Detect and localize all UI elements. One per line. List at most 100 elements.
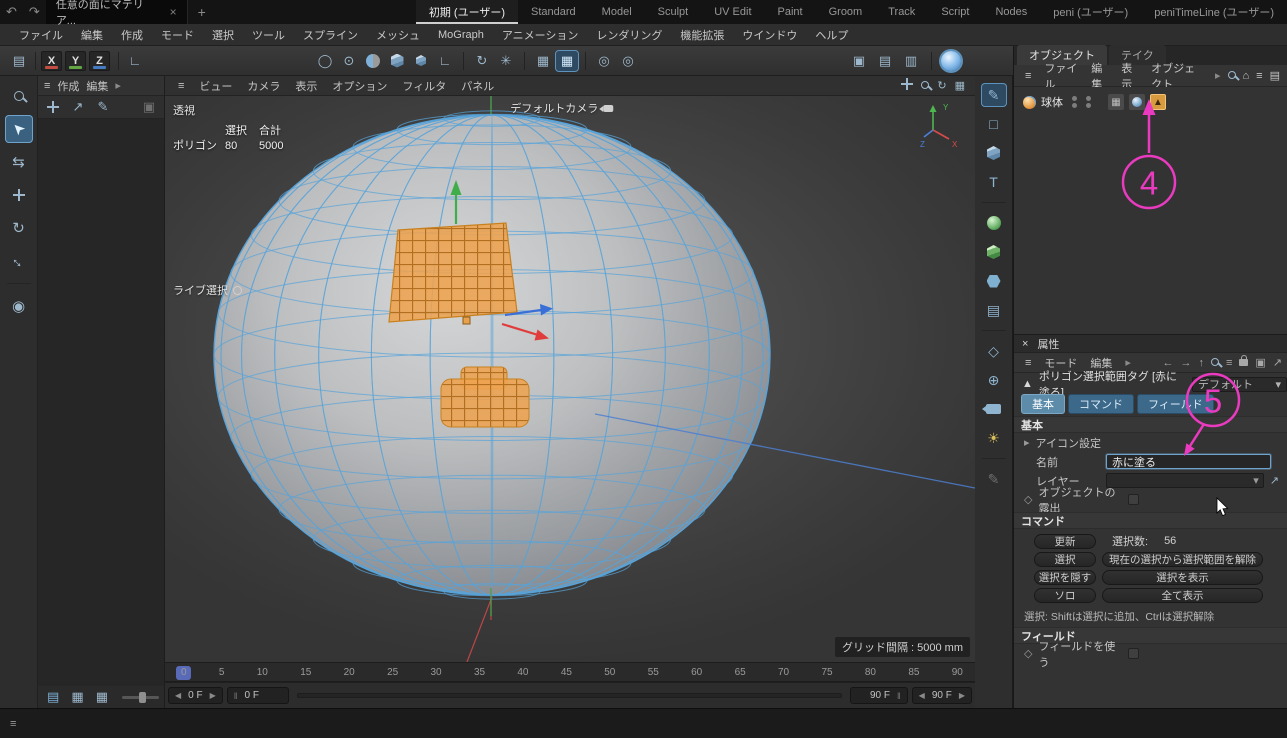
layout-tab[interactable]: Nodes [982, 0, 1040, 24]
rectangle-spline-icon[interactable]: □ [981, 112, 1007, 136]
timeline-ruler[interactable]: 0 5 10 15 20 25 30 35 40 45 50 55 60 65 … [165, 662, 975, 682]
panel-menu-edit[interactable]: 編集 [86, 78, 108, 94]
search-icon[interactable] [5, 82, 33, 110]
vp-menu-camera[interactable]: カメラ [240, 78, 287, 94]
menu-edit[interactable]: 編集 [72, 27, 112, 43]
tab-fields[interactable]: フィールド [1137, 394, 1214, 414]
redo-icon[interactable]: ↷ [23, 4, 46, 20]
chevron-right-icon[interactable]: ▸ [1209, 69, 1227, 82]
view-options-icon[interactable]: ▤ [1270, 69, 1280, 82]
viewport-box-icon[interactable]: ▤ [8, 51, 30, 71]
scale-tool-icon[interactable]: ↔ [5, 247, 33, 275]
modeling-axis-icon[interactable]: ◉ [5, 292, 33, 320]
make-editable-icon[interactable] [362, 51, 384, 71]
add-tab-button[interactable]: + [188, 4, 216, 20]
name-input[interactable]: 赤に塗る [1106, 454, 1271, 469]
rotate-tool-icon[interactable]: ↻ [5, 214, 33, 242]
step-right-icon[interactable]: ▶ [210, 691, 216, 700]
left-panel-content[interactable] [38, 119, 164, 686]
forward-icon[interactable]: → [1180, 357, 1191, 369]
live-selection-tool[interactable]: ➤ [5, 115, 33, 143]
spline-pen-icon[interactable]: ✎ [981, 83, 1007, 107]
layout-tab[interactable]: peniTimeLine (ユーザー) [1141, 0, 1287, 24]
vp-menu-panel[interactable]: パネル [454, 78, 501, 94]
chevron-right-icon[interactable]: ▸ [115, 79, 121, 92]
list-view-icon[interactable]: ▤ [43, 687, 63, 707]
object-tree[interactable]: 球体 ▦ ▲ [1014, 87, 1287, 334]
zoom-view-icon[interactable] [921, 80, 929, 92]
layout-tab[interactable]: Standard [518, 0, 589, 24]
current-frame-field[interactable]: ‖ 0 F [227, 687, 289, 704]
pan-view-icon[interactable] [901, 78, 913, 93]
move-tool-icon[interactable] [5, 181, 33, 209]
icon-settings-row[interactable]: ▸ アイコン設定 [1014, 433, 1287, 452]
layout-tab[interactable]: Sculpt [645, 0, 702, 24]
update-button[interactable]: 更新 [1034, 534, 1096, 549]
menu-create[interactable]: 作成 [112, 27, 152, 43]
dynamics-cube-icon[interactable] [981, 240, 1007, 264]
solo-button[interactable]: ソロ [1034, 588, 1096, 603]
panel-menu-create[interactable]: 作成 [57, 78, 79, 94]
layout-tab[interactable]: Model [589, 0, 645, 24]
search-icon[interactable] [1228, 70, 1236, 82]
step-right-icon[interactable]: ▶ [959, 691, 965, 700]
end-frame-stepper[interactable]: ◀ 90 F ▶ [912, 687, 972, 704]
snap-off-icon[interactable]: ▦ [532, 51, 554, 71]
hamburger-icon[interactable]: ≡ [1019, 70, 1037, 82]
hamburger-icon[interactable]: ≡ [44, 80, 50, 92]
scale-slider[interactable] [122, 696, 159, 699]
rotate-view-icon[interactable]: ↻ [937, 79, 946, 92]
simulation-sphere-icon[interactable] [981, 211, 1007, 235]
range-grip-icon[interactable]: ‖ [897, 691, 901, 701]
viewport[interactable]: 透視 デフォルトカメラ 選択合計 ポリゴン805000 ライブ選択 グリッド間隔… [165, 96, 975, 662]
deformer-icon[interactable]: ◇ [981, 339, 1007, 363]
visibility-dots[interactable] [1072, 96, 1077, 108]
lock-icon[interactable] [1239, 356, 1248, 369]
search-icon[interactable] [1211, 357, 1219, 369]
snap-on-icon[interactable]: ▦ [556, 51, 578, 71]
menu-tools[interactable]: ツール [243, 27, 294, 43]
polygon-selection-lower[interactable] [441, 379, 529, 427]
menu-animation[interactable]: アニメーション [493, 27, 588, 43]
menu-help[interactable]: ヘルプ [806, 27, 857, 43]
show-all-button[interactable]: 全て表示 [1102, 588, 1263, 603]
axis-x-button[interactable]: X [41, 51, 62, 71]
render-region-icon[interactable]: ▤ [874, 51, 896, 71]
layout-tab[interactable]: Track [875, 0, 928, 24]
object-name[interactable]: 球体 [1041, 94, 1063, 110]
filter-icon[interactable]: ≡ [1226, 357, 1232, 369]
object-row[interactable]: 球体 ▦ ▲ [1014, 92, 1287, 112]
vp-menu-filter[interactable]: フィルタ [395, 78, 453, 94]
tab-basic[interactable]: 基本 [1021, 394, 1065, 414]
range-grip-icon[interactable]: ‖ [234, 691, 238, 701]
timeline-start-field[interactable]: ◀ 0 F ▶ [168, 687, 223, 704]
step-left-icon[interactable]: ◀ [919, 691, 925, 700]
use-fields-checkbox[interactable] [1128, 648, 1139, 659]
undo-icon[interactable]: ↶ [0, 4, 23, 20]
close-icon[interactable]: × [170, 5, 177, 19]
hide-selection-button[interactable]: 選択を隠す [1034, 570, 1096, 585]
axis-y-button[interactable]: Y [65, 51, 86, 71]
coordinates-reset-icon[interactable]: ↻ [471, 51, 493, 71]
cube-primitive-icon[interactable] [981, 141, 1007, 165]
axis-z-button[interactable]: Z [89, 51, 110, 71]
camera-label[interactable]: デフォルトカメラ [510, 100, 613, 116]
layout-tab[interactable]: peni (ユーザー) [1040, 0, 1141, 24]
copy-icon[interactable]: ▣ [1255, 356, 1265, 369]
model-mode-icon[interactable] [386, 51, 408, 71]
close-icon[interactable]: × [1022, 338, 1028, 350]
layer-dropdown[interactable]: ▾ [1106, 473, 1264, 488]
exposure-checkbox[interactable] [1128, 494, 1139, 505]
phong-tag-icon[interactable] [1129, 94, 1145, 110]
workplane-icon[interactable]: ∟ [434, 51, 456, 71]
back-icon[interactable]: ← [1162, 357, 1173, 369]
pen-icon[interactable]: ✎ [92, 97, 114, 117]
layout-tab[interactable]: Paint [765, 0, 816, 24]
camera-object-icon[interactable] [981, 397, 1007, 421]
viewport-canvas[interactable] [165, 96, 975, 662]
pick-arrow-icon[interactable]: ↗ [67, 97, 89, 117]
add-icon[interactable] [42, 97, 64, 117]
popout-icon[interactable]: ↗ [1273, 356, 1282, 369]
material-pen-icon[interactable]: ✎ [981, 467, 1007, 491]
layout-tab[interactable]: Groom [816, 0, 876, 24]
